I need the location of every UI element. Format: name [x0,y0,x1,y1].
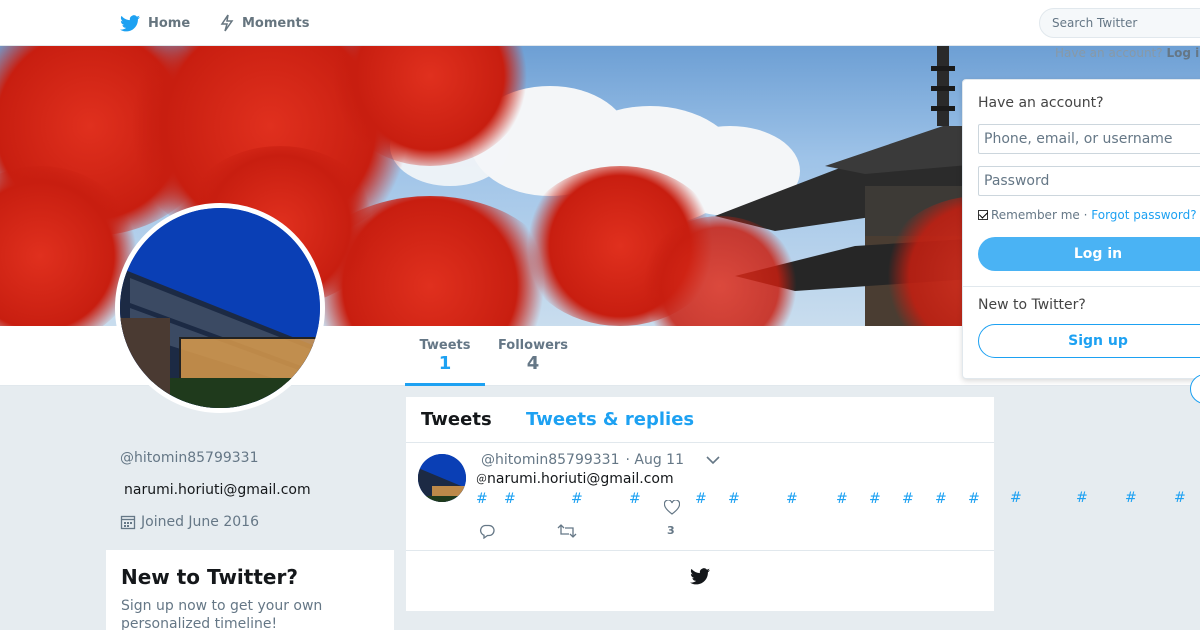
remember-row: Remember me · Forgot password? [978,208,1197,222]
search-input[interactable]: Search Twitter [1039,8,1200,38]
tweet-header: @hitomin85799331 · Aug 11 [481,452,684,468]
new-to-twitter-text: New to Twitter? [978,297,1086,313]
caret-down-icon[interactable] [706,455,720,465]
password-input[interactable]: Password [978,166,1200,196]
top-nav-bar: Home Moments Search Twitter [0,0,1200,46]
hashtag-link[interactable]: # [571,491,583,507]
login-button[interactable]: Log in [978,237,1200,271]
login-link[interactable]: Log in [1166,46,1200,60]
remember-checkbox[interactable] [978,210,988,220]
building-photo-small [418,454,466,502]
tweet-at-symbol: ＠ [476,473,487,486]
profile-joined: Joined June 2016 [120,514,259,530]
separator-dot: · [1083,208,1088,222]
remember-label: Remember me [991,208,1080,222]
hashtag-list: # # # # # # # # # # # # [476,491,994,511]
tweet-handle[interactable]: @hitomin85799331 [481,452,619,468]
hashtag-link[interactable]: # [695,491,707,507]
twitter-bird-icon [690,568,710,585]
hashtag-link[interactable]: # [1076,490,1088,506]
building-photo [120,208,320,408]
divider [963,286,1200,287]
profile-bio-email: narumi.horiuti@gmail.com [124,482,311,498]
username-input[interactable]: Phone, email, or username [978,124,1200,154]
joined-date-text: Joined June 2016 [141,514,259,530]
hashtag-link[interactable]: # [786,491,798,507]
hashtag-link[interactable]: # [1010,490,1022,506]
like-count: 3 [667,524,675,537]
forgot-password-link[interactable]: Forgot password? [1091,208,1196,222]
nav-moments-label: Moments [242,15,310,31]
hashtag-link[interactable]: # [476,491,488,507]
calendar-icon [120,515,136,530]
login-dropdown: Have an account? Phone, email, or userna… [962,79,1200,379]
retweet-icon[interactable] [557,523,577,539]
hashtag-link[interactable]: # [935,491,947,507]
have-account-link[interactable]: Have an account? Log in [1055,46,1200,60]
hashtag-link[interactable]: # [902,491,914,507]
stat-value: 4 [526,353,540,374]
tweet-email: narumi.horiuti@gmail.com [487,471,674,487]
tweet-date[interactable]: · Aug 11 [625,452,684,468]
tweet-item[interactable]: @hitomin85799331 · Aug 11 ＠narumi.horiuti… [406,443,994,551]
stat-value: 1 [438,353,452,374]
hashtag-link[interactable]: # [504,491,516,507]
hashtag-link[interactable]: # [728,491,740,507]
signup-promo-title: New to Twitter? [121,565,298,589]
twitter-bird-icon [120,14,140,31]
tab-tweets-and-replies[interactable]: Tweets & replies [526,409,694,430]
timeline: Tweets Tweets & replies @hitomin85799331… [406,397,994,611]
hashtag-link[interactable]: # [869,491,881,507]
reply-icon[interactable] [479,523,495,539]
heart-icon[interactable] [664,500,680,515]
have-account-text: Have an account? [1055,46,1163,60]
signup-promo-text: Sign up now to get your own personalized… [121,598,323,630]
timeline-tabs: Tweets Tweets & replies [406,397,994,443]
nav-home[interactable]: Home [120,0,190,46]
signup-promo-card: New to Twitter? Sign up now to get your … [106,550,394,630]
nav-home-label: Home [148,15,191,31]
hashtag-link[interactable]: # [629,491,641,507]
hashtag-link[interactable]: # [1174,490,1186,506]
hashtag-link[interactable]: # [1125,490,1137,506]
tab-tweets[interactable]: Tweets [421,409,492,430]
login-title: Have an account? [978,95,1104,111]
lightning-icon [220,14,234,32]
stat-label: Tweets [419,338,471,353]
stat-followers[interactable]: Followers 4 [495,326,571,386]
hashtag-link[interactable]: # [968,491,980,507]
stat-label: Followers [497,338,569,353]
signup-button[interactable]: Sign up [978,324,1200,358]
nav-moments[interactable]: Moments [220,0,309,46]
hashtag-link[interactable]: # [836,491,848,507]
stat-tweets[interactable]: Tweets 1 [405,326,485,386]
profile-avatar[interactable] [115,203,325,413]
tweet-avatar[interactable] [418,454,466,502]
tweet-text: ＠narumi.horiuti@gmail.com [476,471,674,487]
profile-handle: @hitomin85799331 [120,450,259,466]
